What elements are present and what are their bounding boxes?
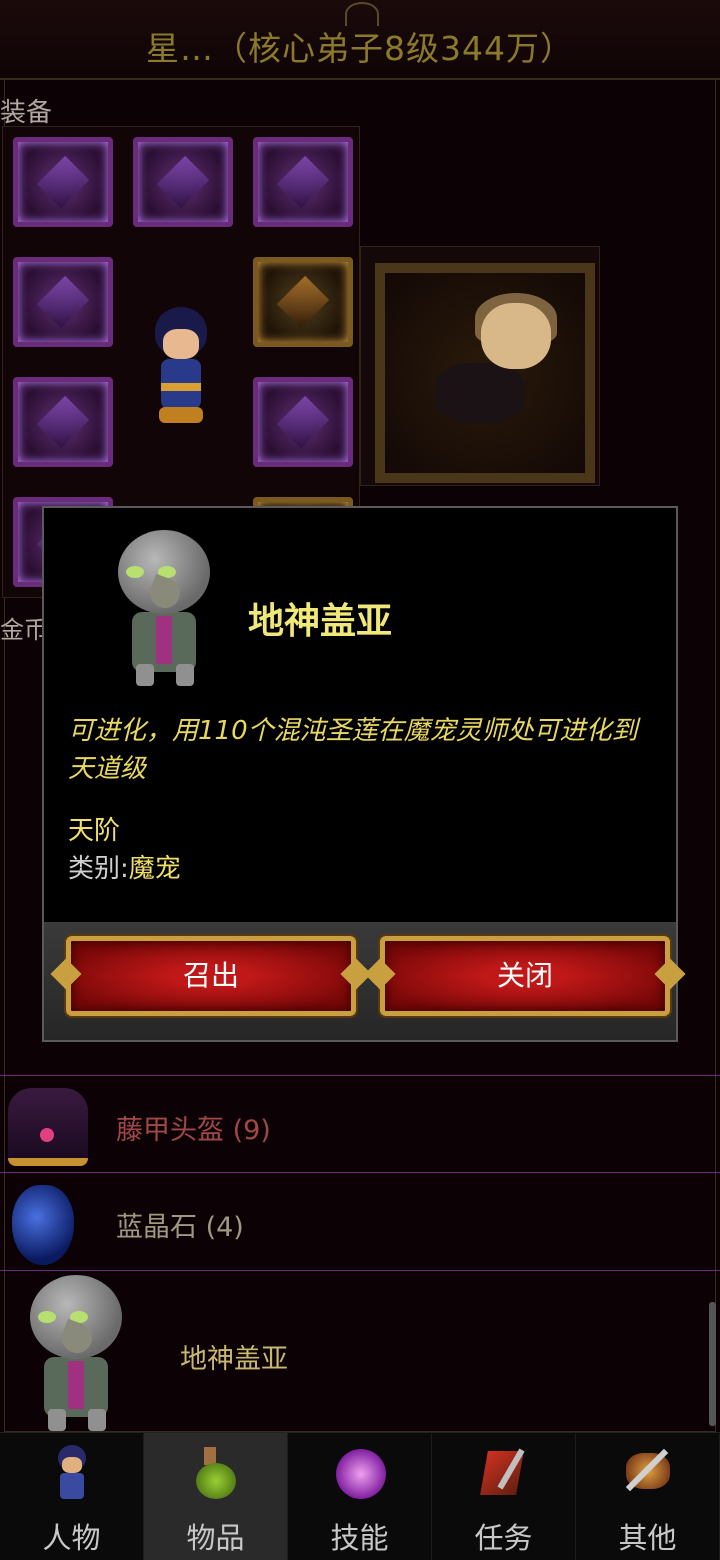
tab-label: 人物 (42, 1521, 101, 1555)
pet-detail-modal: 地神盖亚 可进化，用110个混沌圣莲在魔宠灵师处可进化到天道级 天阶 类别:魔宠… (42, 506, 678, 1042)
player-title: 星…（核心弟子8级344万） (146, 29, 574, 68)
helmet-gear-icon (36, 155, 90, 209)
offhand-gear-icon (276, 275, 330, 329)
skill-orb-icon (334, 1443, 386, 1503)
modal-pet-name: 地神盖亚 (248, 601, 393, 642)
tab-label: 物品 (186, 1521, 245, 1555)
list-item[interactable]: 藤甲头盔 (9) (0, 1075, 720, 1173)
modal-button-bar: 召出 关闭 (44, 922, 676, 1040)
other-icon (622, 1443, 674, 1503)
tab-quests[interactable]: 任务 (432, 1433, 576, 1560)
modal-rank: 天阶 (68, 816, 121, 846)
equip-slot-weapon[interactable] (13, 257, 113, 347)
ring-gear-icon (276, 395, 330, 449)
summon-button[interactable]: 召出 (66, 936, 356, 1016)
sapphire-icon (12, 1185, 74, 1265)
player-character-avatar (149, 307, 213, 425)
equip-slot-offhand[interactable] (253, 257, 353, 347)
pet-display-panel[interactable] (360, 246, 600, 486)
pet-portrait-frame (375, 263, 595, 483)
equip-slot-ring-left[interactable] (13, 377, 113, 467)
modal-category: 类别:魔宠 (68, 848, 181, 885)
equip-slot-helmet[interactable] (13, 137, 113, 227)
equip-slot-ring-right[interactable] (253, 377, 353, 467)
equipment-label: 装备 (0, 98, 53, 128)
tab-label: 任务 (474, 1521, 533, 1555)
robot-pet-icon (102, 530, 232, 690)
game-screen: 星…（核心弟子8级344万） 装备 金币:10 藤甲头盔 (9) 蓝晶石 (4) (0, 0, 720, 1560)
tab-items[interactable]: 物品 (144, 1433, 288, 1560)
lion-pet-icon (435, 363, 525, 423)
item-name: 地神盖亚 (180, 1344, 288, 1375)
category-value: 魔宠 (128, 854, 181, 884)
robot-pet-icon (14, 1275, 144, 1435)
potion-icon (190, 1443, 242, 1503)
helmet-icon (8, 1088, 88, 1166)
character-icon (46, 1443, 98, 1503)
armor-gear-icon (156, 155, 210, 209)
title-bar: 星…（核心弟子8级344万） (0, 0, 720, 80)
item-name: 蓝晶石 (4) (116, 1212, 244, 1243)
tab-skills[interactable]: 技能 (288, 1433, 432, 1560)
list-item[interactable]: 地神盖亚 (0, 1270, 720, 1431)
close-button[interactable]: 关闭 (380, 936, 670, 1016)
category-label: 类别: (68, 854, 129, 884)
quest-icon (478, 1443, 530, 1503)
tab-label: 其他 (618, 1521, 677, 1555)
equip-slot-armor[interactable] (133, 137, 233, 227)
list-item[interactable]: 蓝晶石 (4) (0, 1172, 720, 1270)
lion-head (481, 303, 551, 369)
item-name: 藤甲头盔 (9) (116, 1115, 271, 1146)
tab-label: 技能 (330, 1521, 389, 1555)
tab-other[interactable]: 其他 (576, 1433, 720, 1560)
modal-description: 可进化，用110个混沌圣莲在魔宠灵师处可进化到天道级 (68, 716, 638, 784)
ring-gear-icon (36, 395, 90, 449)
bottom-navigation: 人物 物品 技能 任务 其他 (0, 1432, 720, 1560)
list-scrollbar[interactable] (709, 1302, 716, 1426)
tab-character[interactable]: 人物 (0, 1433, 144, 1560)
equip-slot-necklace[interactable] (253, 137, 353, 227)
sword-gear-icon (36, 275, 90, 329)
necklace-gear-icon (276, 155, 330, 209)
